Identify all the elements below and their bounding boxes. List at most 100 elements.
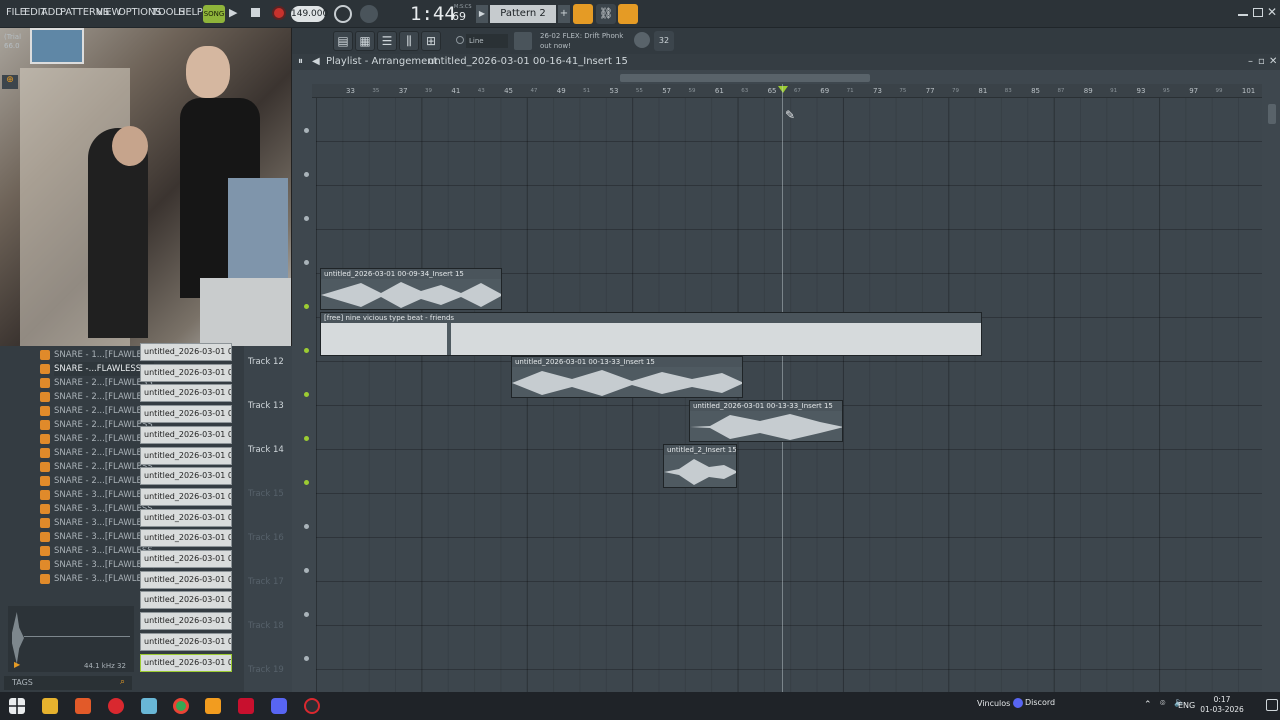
stop-icon[interactable] (251, 8, 260, 17)
song-mode-toggle[interactable]: SONG (203, 5, 225, 23)
brave-icon[interactable] (75, 698, 91, 714)
track-label[interactable]: Track 16 (248, 533, 284, 543)
track-mute-button[interactable] (304, 436, 309, 441)
arrangement-grid[interactable] (316, 98, 1262, 692)
piano-roll-icon[interactable]: ▦ (355, 31, 375, 51)
add-pattern-icon[interactable]: + (558, 5, 570, 23)
horizontal-scrollbar[interactable] (620, 74, 870, 82)
track-mute-button[interactable] (304, 216, 309, 221)
channel-button[interactable]: untitled_2026-03-01 00-... (140, 384, 232, 403)
browser-item[interactable]: SNARE - 2...[FLAWLESS] (54, 418, 154, 432)
cpu-meter-icon[interactable]: 32 (654, 31, 674, 51)
maximize-icon[interactable] (1253, 8, 1263, 17)
channel-button[interactable]: untitled_2026-03-01 00-... (140, 446, 232, 465)
track-mute-button[interactable] (304, 568, 309, 573)
track-mute-button[interactable] (304, 348, 309, 353)
channel-button[interactable]: untitled_2026-03-01 00-... (140, 591, 232, 610)
track-mute-button[interactable] (304, 304, 309, 309)
browser-item[interactable]: SNARE - 3...[FLAWLESS] (54, 516, 154, 530)
browser-item[interactable]: SNARE - 2...[FLAWLESS] (54, 390, 154, 404)
snap-magnet-icon[interactable] (573, 4, 593, 24)
channel-button[interactable]: untitled_2026-03-01 00-... (140, 425, 232, 444)
browser-item[interactable]: SNARE - 3...[FLAWLESS] (54, 544, 154, 558)
track-mute-button[interactable] (304, 524, 309, 529)
snap-selector[interactable]: Line (466, 34, 508, 48)
tray-vinculos[interactable]: Vinculos (977, 699, 1010, 708)
track-mute-button[interactable] (304, 172, 309, 177)
app-blue-icon[interactable] (141, 698, 157, 714)
channel-button[interactable]: untitled_2026-03-01 00-... (140, 343, 232, 361)
menu-file[interactable]: FILE (6, 7, 26, 18)
browser-item[interactable]: SNARE - 3...[FLAWLESS] (54, 530, 154, 544)
browser-icon[interactable]: ⊞ (421, 31, 441, 51)
channel-button[interactable]: untitled_2026-03-01 00-... (140, 508, 232, 527)
record-icon[interactable] (272, 6, 286, 20)
channel-button[interactable]: untitled_2026-03-01 00-... (140, 405, 232, 424)
playlist-menu-icon[interactable]: ⏸ (298, 54, 303, 70)
browser-item[interactable]: SNARE - 3...[FLAWLESS] (54, 558, 154, 572)
browser-item[interactable]: SNARE - 3...[FLAWLESS] (54, 488, 154, 502)
chrome-icon[interactable] (173, 698, 189, 714)
channel-button[interactable]: untitled_2026-03-01 00-... (140, 653, 232, 672)
playhead-marker-icon[interactable] (778, 86, 788, 93)
master-pitch-knob[interactable] (360, 5, 378, 23)
menu-help[interactable]: HELP (178, 7, 203, 18)
audio-clip-3[interactable]: untitled_2026-03-01 00-13-33_Insert 15 (511, 356, 743, 398)
meter-app-icon[interactable] (238, 698, 254, 714)
app-red-icon[interactable] (108, 698, 124, 714)
audio-clip-4[interactable]: untitled_2026-03-01 00-13-33_Insert 15 (689, 400, 843, 442)
playlist-icon[interactable]: ▤ (333, 31, 353, 51)
track-mute-button[interactable] (304, 392, 309, 397)
time-display[interactable]: 1:44 (410, 3, 456, 25)
channel-button[interactable]: untitled_2026-03-01 00-... (140, 487, 232, 506)
link-icon[interactable]: ⛓ (596, 4, 616, 24)
preview-play-icon[interactable]: ▶ (14, 660, 20, 669)
browser-item[interactable]: SNARE - 1...[FLAWLESS] (54, 348, 154, 362)
channel-button[interactable]: untitled_2026-03-01 00-... (140, 612, 232, 631)
browser-item[interactable]: SNARE - 2...[FLAWLESS] (54, 376, 154, 390)
mixer-view-icon[interactable]: ⫼ (399, 31, 419, 51)
channel-button[interactable]: untitled_2026-03-01 00-... (140, 570, 232, 589)
track-label[interactable]: Track 18 (248, 621, 284, 631)
browser-item[interactable]: SNARE - 2...[FLAWLESS] (54, 404, 154, 418)
metronome-icon[interactable] (334, 5, 352, 23)
track-label[interactable]: Track 13 (248, 401, 284, 411)
clock[interactable]: 0:17 01-03-2026 (1200, 695, 1244, 715)
browser-item[interactable]: SNARE - 3...[FLAWLESS] (54, 572, 154, 586)
channel-button[interactable]: untitled_2026-03-01 00-... (140, 529, 232, 548)
channel-button[interactable]: untitled_2026-03-01 00-... (140, 632, 232, 651)
language-indicator[interactable]: ENG (1178, 701, 1195, 710)
track-mute-button[interactable] (304, 480, 309, 485)
browser-item[interactable]: SNARE - 2...[FLAWLESS] (54, 460, 154, 474)
browser-item[interactable]: SNARE - 2...[FLAWLESS] (54, 474, 154, 488)
pattern-prev-icon[interactable]: ▶ (476, 5, 488, 23)
track-label[interactable]: Track 15 (248, 489, 284, 499)
tray-chevron-icon[interactable]: ⌃ (1144, 700, 1152, 710)
tray-discord[interactable]: Discord (1025, 698, 1055, 707)
discord-tray-icon[interactable] (1013, 698, 1023, 708)
audio-clip-5[interactable]: untitled_2_Insert 15 (663, 444, 737, 488)
playlist-maximize-icon[interactable]: ▫ (1258, 54, 1265, 70)
discord-taskbar-icon[interactable] (271, 698, 287, 714)
track-mute-button[interactable] (304, 128, 309, 133)
track-label[interactable]: Track 17 (248, 577, 284, 587)
channel-rack-icon[interactable]: ☰ (377, 31, 397, 51)
close-icon[interactable]: ✕ (1267, 5, 1277, 19)
minimize-icon[interactable] (1238, 14, 1248, 16)
play-icon[interactable]: ▶ (229, 6, 243, 20)
track-label[interactable]: Track 14 (248, 445, 284, 455)
notifications-icon[interactable] (1266, 699, 1278, 711)
browser-item[interactable]: SNARE - 2...[FLAWLESS] (54, 446, 154, 460)
browser-item[interactable]: SNARE - 3...[FLAWLESS] (54, 502, 154, 516)
vertical-scrollbar[interactable] (1268, 104, 1276, 124)
channel-button[interactable]: untitled_2026-03-01 00-... (140, 550, 232, 568)
browser-item[interactable]: SNARE - 2...[FLAWLESS] (54, 432, 154, 446)
pattern-selector[interactable]: Pattern 2 (490, 5, 556, 23)
track-mute-button[interactable] (304, 260, 309, 265)
track-label[interactable]: Track 19 (248, 665, 284, 675)
audio-clip-2[interactable]: [free] nine vicious type beat - friends (320, 312, 982, 356)
playlist-minimize-icon[interactable]: – (1248, 54, 1253, 70)
audio-clip-1[interactable]: untitled_2026-03-01 00-09-34_Insert 15 (320, 268, 502, 310)
tempo-display[interactable]: 149.000 (291, 6, 328, 22)
playlist-close-icon[interactable]: ✕ (1269, 54, 1277, 70)
